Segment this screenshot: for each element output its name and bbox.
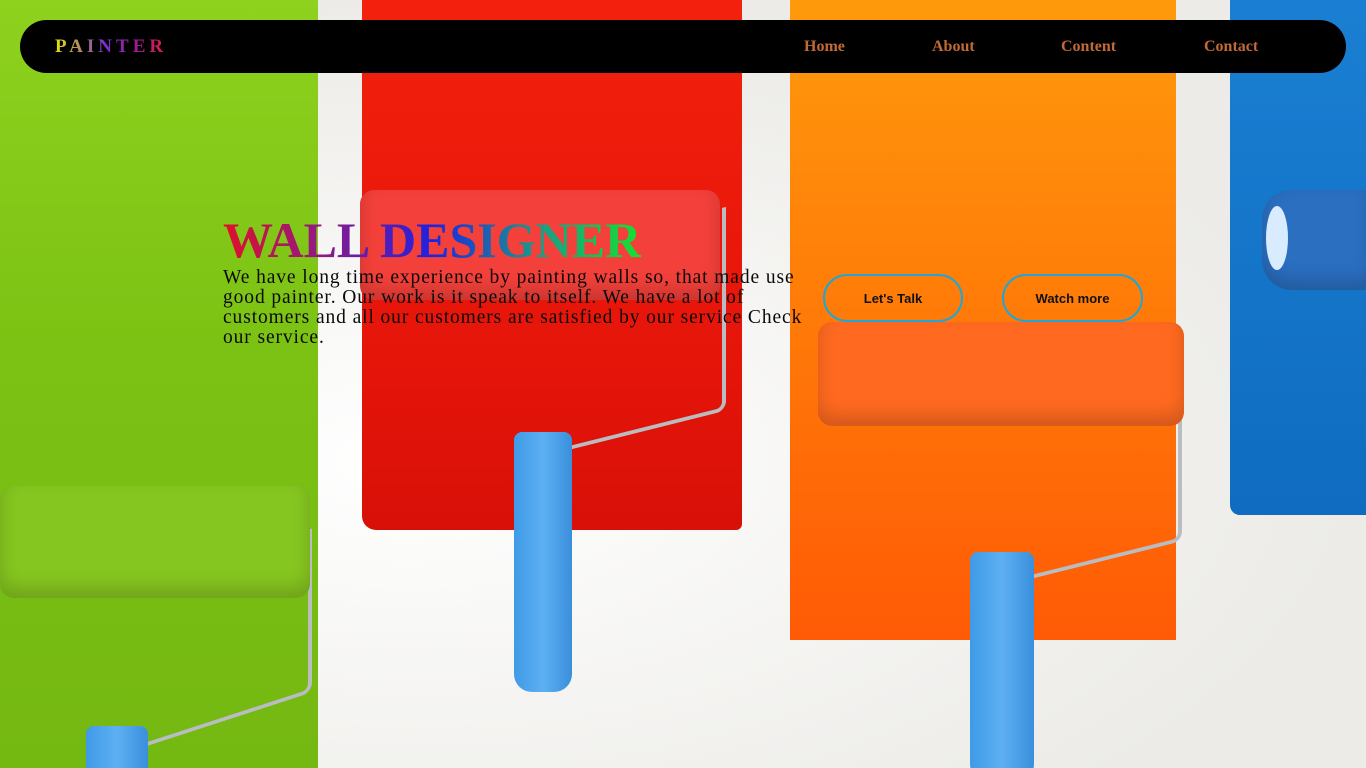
brand-logo[interactable]: PAINTER: [55, 20, 167, 73]
hero-background-image: [0, 0, 1366, 768]
nav-link-about[interactable]: About: [932, 20, 975, 73]
orange-roller-handle: [970, 552, 1034, 768]
nav-link-content[interactable]: Content: [1061, 20, 1116, 73]
orange-paint-roller-icon: [818, 322, 1184, 426]
top-navbar: PAINTER Home About Content Contact: [20, 20, 1346, 73]
green-paint-roller-icon: [0, 486, 310, 598]
nav-link-contact[interactable]: Contact: [1204, 20, 1258, 73]
blue-paint-roller-icon: [1262, 190, 1366, 290]
page: PAINTER Home About Content Contact WALL …: [0, 0, 1366, 768]
green-roller-handle: [86, 726, 148, 768]
lets-talk-button[interactable]: Let's Talk: [823, 274, 963, 322]
hero-description: We have long time experience by painting…: [223, 267, 803, 348]
nav-link-home[interactable]: Home: [804, 20, 845, 73]
red-roller-handle: [514, 432, 572, 692]
watch-more-button[interactable]: Watch more: [1002, 274, 1143, 322]
hero-title: WALL DESIGNER: [223, 212, 642, 268]
